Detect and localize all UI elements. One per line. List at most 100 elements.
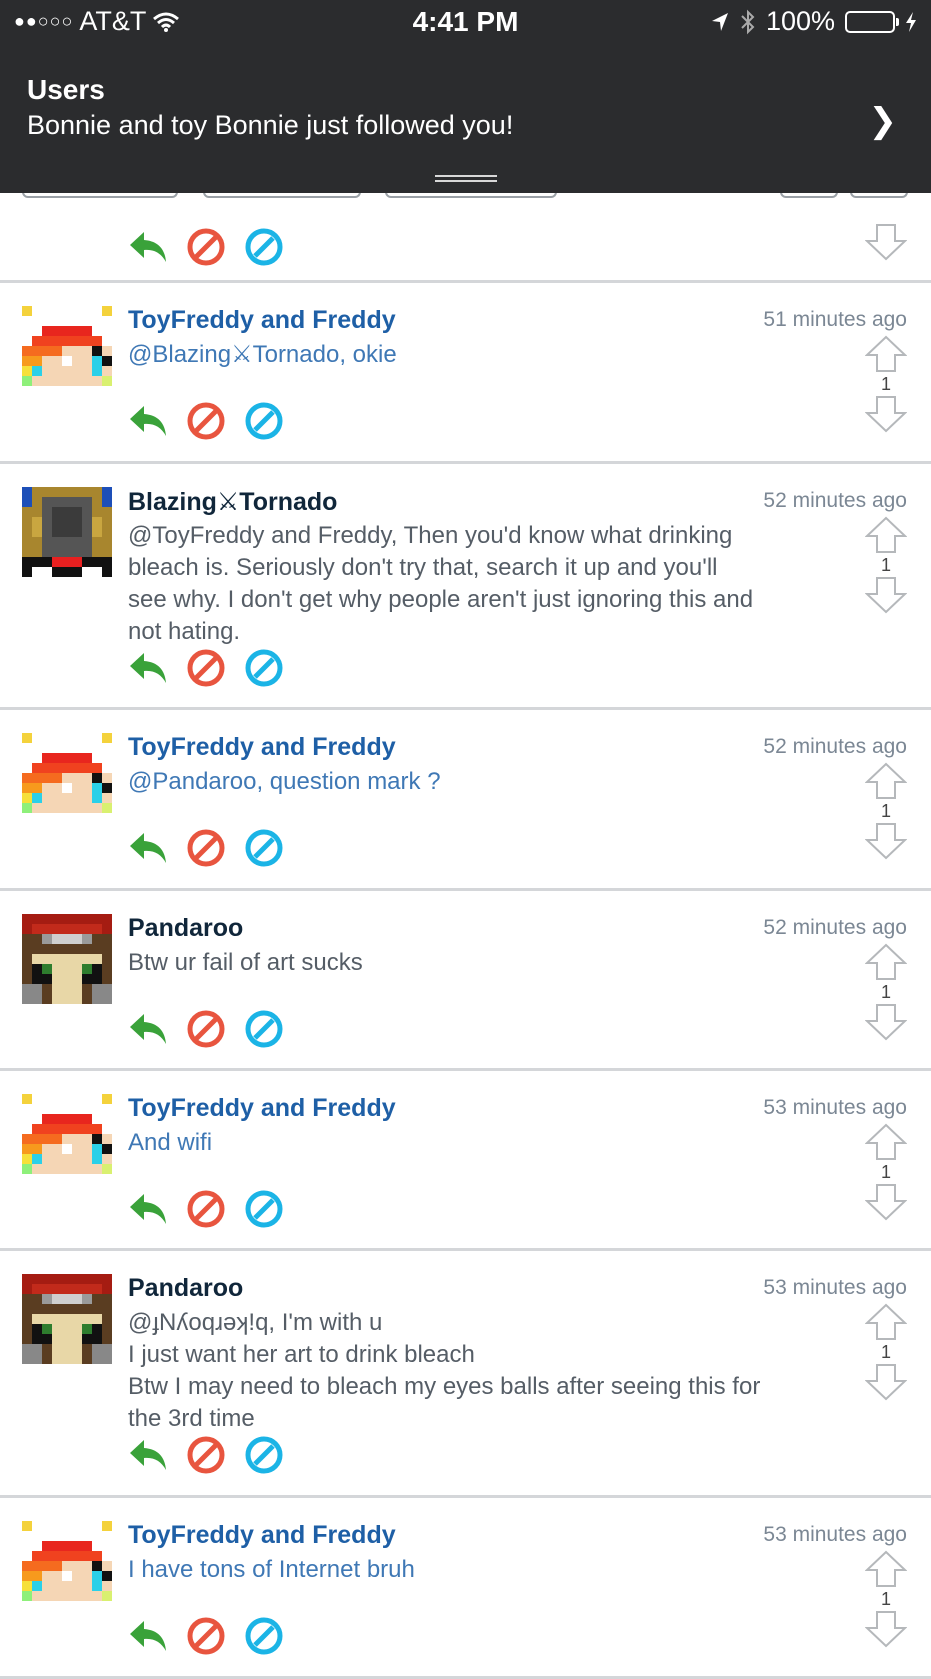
- vote-control: 1: [865, 762, 907, 860]
- status-bar: ●●○○○ AT&T 4:41 PM 100%: [0, 0, 931, 46]
- flag-icon[interactable]: [186, 401, 226, 441]
- comment-text: I have tons of Internet bruh: [128, 1556, 415, 1583]
- reply-icon[interactable]: [128, 403, 168, 439]
- notification-title: Users: [27, 74, 105, 105]
- downvote-icon[interactable]: [865, 1610, 907, 1648]
- comment-author[interactable]: Pandaroo: [128, 914, 243, 943]
- comment-author[interactable]: ToyFreddy and Freddy: [128, 1521, 396, 1550]
- comment-time: 51 minutes ago: [763, 308, 907, 331]
- comment-text: @Blazing⚔Tornado, okie: [128, 341, 397, 368]
- flag-icon[interactable]: [186, 1189, 226, 1229]
- avatar[interactable]: [22, 306, 112, 396]
- downvote-icon[interactable]: [865, 576, 907, 614]
- downvote-icon[interactable]: [865, 1183, 907, 1221]
- reply-icon[interactable]: [128, 1618, 168, 1654]
- vote-count: 1: [880, 1589, 891, 1609]
- vote-control: 1: [865, 943, 907, 1041]
- block-icon[interactable]: [244, 1189, 284, 1229]
- notification-drag-handle[interactable]: [435, 175, 497, 182]
- flag-icon[interactable]: [186, 1616, 226, 1656]
- downvote-icon[interactable]: [865, 223, 907, 261]
- flag-icon[interactable]: [186, 1009, 226, 1049]
- comment-text: And wifi: [128, 1129, 213, 1156]
- avatar[interactable]: [22, 1521, 112, 1611]
- avatar[interactable]: [22, 1094, 112, 1184]
- block-icon[interactable]: [244, 828, 284, 868]
- upvote-icon[interactable]: [865, 762, 907, 800]
- reply-icon[interactable]: [128, 650, 168, 686]
- notification-body: Bonnie and toy Bonnie just followed you!: [27, 110, 514, 140]
- reply-icon[interactable]: [128, 1437, 168, 1473]
- vote-count: 1: [880, 801, 891, 821]
- upvote-icon[interactable]: [865, 1303, 907, 1341]
- avatar[interactable]: [22, 914, 112, 1004]
- battery-icon: [845, 10, 899, 33]
- comment: Pandaroo 53 minutes ago @ɟNʎoqɹəʞ!q, I'm…: [0, 1251, 931, 1498]
- comment-feed[interactable]: ToyFreddy and Freddy 51 minutes ago @Bla…: [0, 193, 931, 1679]
- comment-author[interactable]: ToyFreddy and Freddy: [128, 306, 396, 335]
- reply-icon[interactable]: [128, 229, 168, 265]
- location-arrow-icon: [711, 12, 728, 31]
- vote-count: 1: [880, 555, 891, 575]
- battery-percent: 100%: [765, 6, 835, 36]
- vote-control: 1: [865, 1303, 907, 1401]
- comment: ToyFreddy and Freddy 53 minutes ago I ha…: [0, 1498, 931, 1679]
- bluetooth-icon: [741, 9, 755, 34]
- upvote-icon[interactable]: [865, 335, 907, 373]
- block-icon[interactable]: [244, 1009, 284, 1049]
- downvote-icon[interactable]: [865, 1363, 907, 1401]
- chevron-right-icon[interactable]: ❯: [869, 101, 898, 141]
- comment-time: 52 minutes ago: [763, 916, 907, 939]
- avatar[interactable]: [22, 1274, 112, 1364]
- comment: ToyFreddy and Freddy 51 minutes ago @Bla…: [0, 283, 931, 464]
- upvote-icon[interactable]: [865, 1123, 907, 1161]
- comment: Pandaroo 52 minutes ago Btw ur fail of a…: [0, 891, 931, 1071]
- block-icon[interactable]: [244, 648, 284, 688]
- downvote-icon[interactable]: [865, 395, 907, 433]
- block-icon[interactable]: [244, 1435, 284, 1475]
- comment-text: Btw ur fail of art sucks: [128, 949, 363, 976]
- comment-author[interactable]: ToyFreddy and Freddy: [128, 733, 396, 762]
- block-icon[interactable]: [244, 227, 284, 267]
- comment-author[interactable]: ToyFreddy and Freddy: [128, 1094, 396, 1123]
- comment-time: 52 minutes ago: [763, 489, 907, 512]
- vote-count: 1: [880, 982, 891, 1002]
- comment-time: 53 minutes ago: [763, 1096, 907, 1119]
- avatar[interactable]: [22, 733, 112, 823]
- vote-count: 1: [880, 1162, 891, 1182]
- reply-icon[interactable]: [128, 830, 168, 866]
- comment-author[interactable]: Pandaroo: [128, 1274, 243, 1303]
- notification-banner[interactable]: ●●○○○ AT&T 4:41 PM 100% Users Bonnie and…: [0, 0, 931, 193]
- vote-control: 1: [865, 516, 907, 614]
- comment-text: @ToyFreddy and Freddy, Then you'd know w…: [128, 522, 754, 645]
- comment-text: @Pandaroo, question mark ?: [128, 768, 441, 795]
- comment: Blazing⚔Tornado 52 minutes ago @ToyFredd…: [0, 464, 931, 710]
- reply-icon[interactable]: [128, 1191, 168, 1227]
- upvote-icon[interactable]: [865, 1550, 907, 1588]
- comment-time: 53 minutes ago: [763, 1523, 907, 1546]
- upvote-icon[interactable]: [865, 516, 907, 554]
- block-icon[interactable]: [244, 1616, 284, 1656]
- downvote-icon[interactable]: [865, 822, 907, 860]
- comment-text: @ɟNʎoqɹəʞ!q, I'm with u I just want her …: [128, 1309, 761, 1432]
- comment-author[interactable]: Blazing⚔Tornado: [128, 487, 337, 517]
- flag-icon[interactable]: [186, 227, 226, 267]
- block-icon[interactable]: [244, 401, 284, 441]
- flag-icon[interactable]: [186, 828, 226, 868]
- avatar[interactable]: [22, 487, 112, 577]
- vote-count: 1: [880, 374, 891, 394]
- comment-time: 53 minutes ago: [763, 1276, 907, 1299]
- comment: ToyFreddy and Freddy 53 minutes ago And …: [0, 1071, 931, 1251]
- comment: ToyFreddy and Freddy 52 minutes ago @Pan…: [0, 710, 931, 891]
- downvote-icon[interactable]: [865, 1003, 907, 1041]
- flag-icon[interactable]: [186, 648, 226, 688]
- charging-bolt-icon: [906, 11, 916, 32]
- comment-partial: [0, 193, 931, 283]
- upvote-icon[interactable]: [865, 943, 907, 981]
- vote-count: 1: [880, 1342, 891, 1362]
- reply-icon[interactable]: [128, 1011, 168, 1047]
- vote-control: 1: [865, 1550, 907, 1648]
- vote-control: 1: [865, 1123, 907, 1221]
- flag-icon[interactable]: [186, 1435, 226, 1475]
- comment-time: 52 minutes ago: [763, 735, 907, 758]
